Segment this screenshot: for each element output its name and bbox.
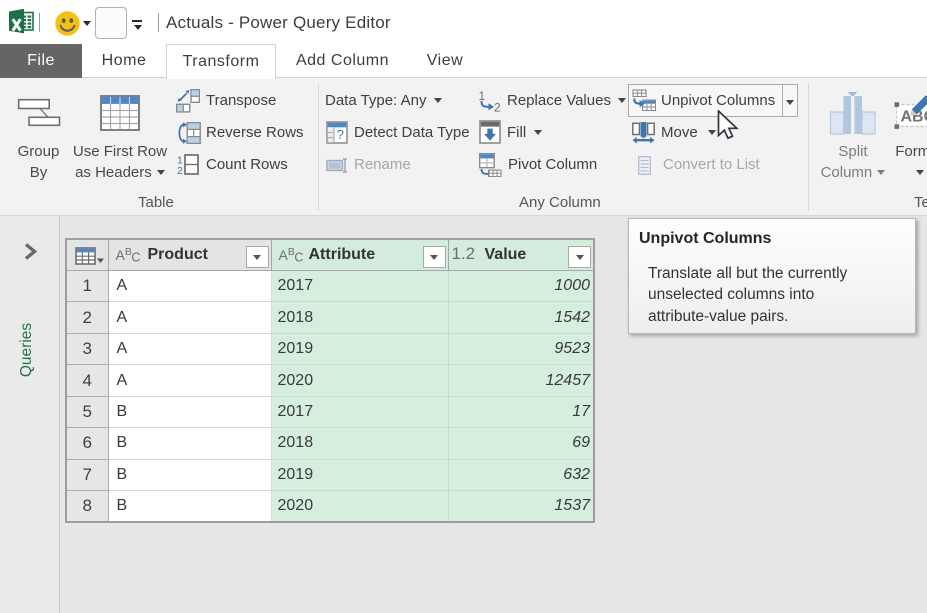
svg-text:2: 2 xyxy=(177,165,183,175)
svg-text:?: ? xyxy=(337,127,344,142)
svg-text:2: 2 xyxy=(494,101,501,113)
